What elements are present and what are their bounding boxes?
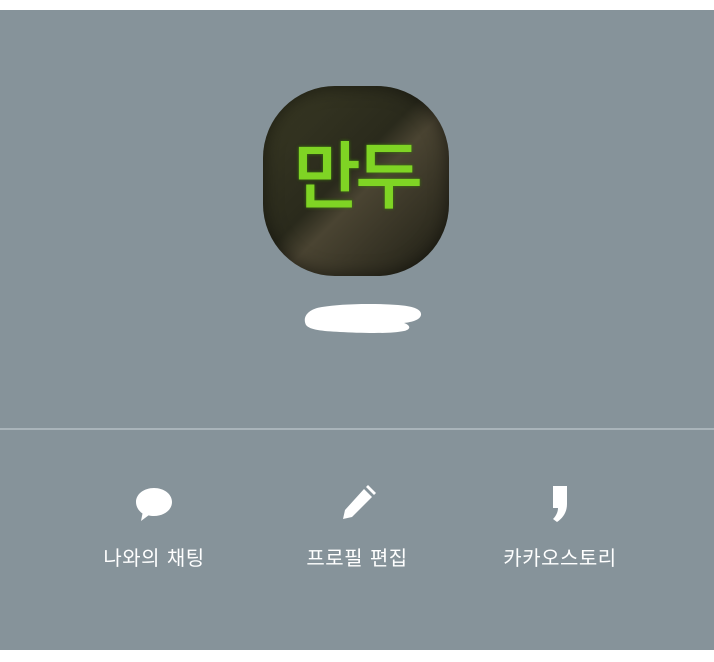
- profile-panel: 만두 나와의 채팅 프로필 편집 카카오스토리: [0, 10, 714, 650]
- avatar-image-text: 만두: [293, 135, 422, 219]
- kakaostory-button[interactable]: 카카오스토리: [460, 482, 660, 592]
- profile-name-redacted: [304, 303, 422, 333]
- edit-profile-label: 프로필 편집: [306, 546, 408, 570]
- edit-profile-button[interactable]: 프로필 편집: [257, 482, 457, 592]
- profile-actions: 나와의 채팅 프로필 편집 카카오스토리: [0, 430, 714, 650]
- kakaostory-label: 카카오스토리: [503, 546, 617, 570]
- profile-header: 만두: [0, 10, 714, 428]
- my-chat-button[interactable]: 나와의 채팅: [54, 482, 254, 592]
- avatar[interactable]: 만두: [263, 86, 449, 276]
- speech-bubble-icon: [136, 488, 172, 521]
- comma-icon: [553, 486, 567, 522]
- pencil-icon: [343, 485, 376, 519]
- my-chat-label: 나와의 채팅: [103, 546, 205, 570]
